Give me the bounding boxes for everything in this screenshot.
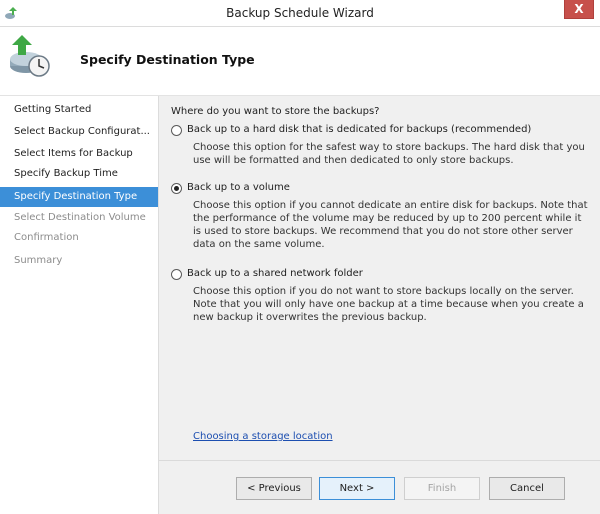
step-confirmation: Confirmation <box>14 232 79 243</box>
step-specify-destination-type[interactable]: Specify Destination Type <box>0 187 158 207</box>
page-heading: Specify Destination Type <box>80 52 255 67</box>
cancel-button[interactable]: Cancel <box>489 477 565 500</box>
radio-dedicated-disk[interactable] <box>171 125 182 136</box>
storage-location-link[interactable]: Choosing a storage location <box>193 431 333 442</box>
option-volume: Back up to a volume Choose this option i… <box>171 182 591 251</box>
wizard-steps: Getting Started Select Backup Configurat… <box>0 96 158 514</box>
step-select-items-for-backup[interactable]: Select Items for Backup <box>0 144 158 164</box>
footer-divider <box>159 460 600 461</box>
option-dedicated-disk-description: Choose this option for the safest way to… <box>193 142 585 166</box>
radio-volume[interactable] <box>171 183 182 194</box>
option-network-folder: Back up to a shared network folder Choos… <box>171 268 591 324</box>
previous-button[interactable]: < Previous <box>236 477 312 500</box>
radio-network-folder[interactable] <box>171 269 182 280</box>
step-getting-started[interactable]: Getting Started <box>0 100 158 120</box>
destination-question: Where do you want to store the backups? <box>171 106 380 117</box>
step-select-backup-configuration[interactable]: Select Backup Configurat... <box>0 122 158 142</box>
option-volume-description: Choose this option if you cannot dedicat… <box>193 200 588 250</box>
title-bar: Backup Schedule Wizard X <box>0 0 600 27</box>
wizard-header: Specify Destination Type <box>0 27 600 96</box>
window-title: Backup Schedule Wizard <box>226 6 374 20</box>
option-network-folder-label[interactable]: Back up to a shared network folder <box>187 268 363 279</box>
option-volume-label[interactable]: Back up to a volume <box>187 182 290 193</box>
option-dedicated-disk: Back up to a hard disk that is dedicated… <box>171 124 591 167</box>
option-network-folder-description: Choose this option if you do not want to… <box>193 286 584 323</box>
close-icon: X <box>574 2 584 16</box>
backup-schedule-icon <box>10 35 50 77</box>
next-button[interactable]: Next > <box>319 477 395 500</box>
main-content: Where do you want to store the backups? … <box>158 96 600 514</box>
step-select-destination-volume: Select Destination Volume <box>14 212 146 223</box>
close-button[interactable]: X <box>564 0 594 19</box>
step-summary: Summary <box>14 255 63 266</box>
step-specify-backup-time[interactable]: Specify Backup Time <box>0 164 158 184</box>
option-dedicated-disk-label[interactable]: Back up to a hard disk that is dedicated… <box>187 124 531 135</box>
finish-button: Finish <box>404 477 480 500</box>
